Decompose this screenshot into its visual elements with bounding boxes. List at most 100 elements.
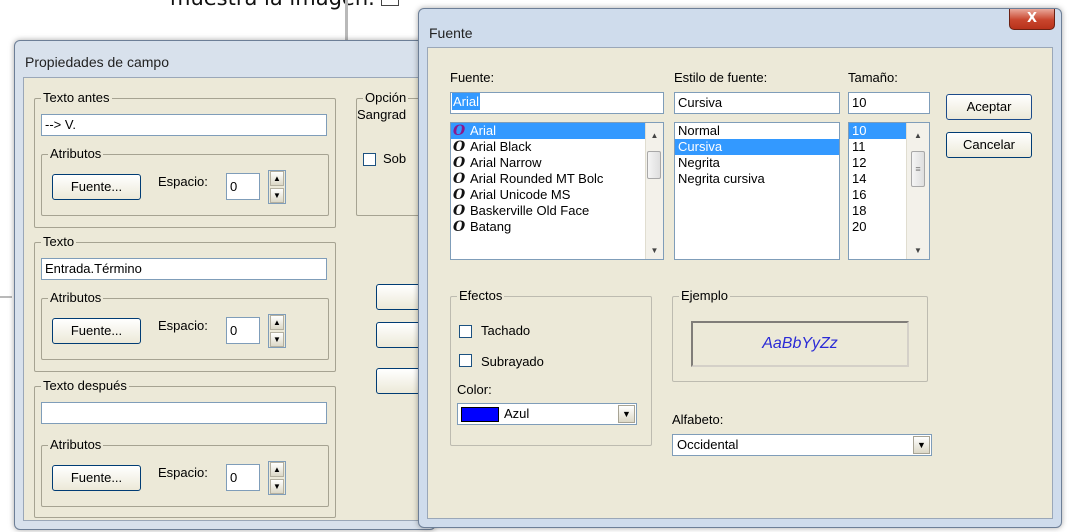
spin-down-icon[interactable]: ▼ (270, 332, 284, 347)
size-list-item[interactable]: 16 (849, 187, 911, 203)
texto-antes-group: Texto antes --> V. Atributos Fuente... E… (34, 90, 336, 228)
scroll-thumb[interactable]: ≡ (911, 151, 925, 187)
scroll-up-icon[interactable]: ▲ (907, 127, 929, 144)
color-select[interactable]: Azul ▼ (457, 403, 637, 425)
size-list-item[interactable]: 18 (849, 203, 911, 219)
font-list-scrollbar[interactable]: ▲ ▼ (645, 123, 663, 259)
espacio-label: Espacio: (158, 465, 208, 480)
scroll-down-icon[interactable]: ▼ (907, 242, 929, 259)
atributos-group: Atributos Fuente... Espacio: 0 ▲ ▼ (41, 437, 329, 507)
style-list-item[interactable]: Cursiva (675, 139, 839, 155)
font-dialog-title: Fuente (429, 25, 473, 41)
field-properties-dialog: Propiedades de campo Texto antes --> V. … (14, 40, 438, 530)
size-list-item[interactable]: 12 (849, 155, 911, 171)
alfabeto-value: Occidental (677, 437, 739, 452)
fuente-button[interactable]: Fuente... (52, 465, 141, 491)
espacio-spinner[interactable]: ▲ ▼ (268, 314, 286, 348)
font-list-item[interactable]: O Arial (451, 123, 663, 139)
font-list-item[interactable]: O Baskerville Old Face (451, 203, 663, 219)
background-snippet: muestra la imagen. (170, 0, 399, 10)
estilo-label: Estilo de fuente: (674, 70, 768, 85)
close-icon[interactable]: X (1009, 9, 1055, 30)
font-list-item-label: Arial Rounded MT Bolc (470, 171, 604, 186)
subrayado-checkbox[interactable] (459, 354, 472, 367)
size-list-scrollbar[interactable]: ▲ ≡ ▼ (906, 123, 929, 259)
cancelar-button[interactable]: Cancelar (946, 132, 1032, 158)
field-properties-titlebar[interactable]: Propiedades de campo (15, 41, 435, 70)
font-list-item[interactable]: O Arial Rounded MT Bolc (451, 171, 663, 187)
spin-up-icon[interactable]: ▲ (270, 171, 284, 186)
subrayado-label: Subrayado (481, 354, 544, 369)
sob-checkbox-label: Sob (383, 151, 407, 166)
field-properties-title: Propiedades de campo (25, 54, 169, 70)
color-value: Azul (504, 406, 530, 421)
font-dialog-titlebar[interactable]: Fuente X (419, 9, 1061, 41)
atributos-label: Atributos (48, 437, 104, 452)
font-list[interactable]: O Arial O Arial Black O Arial Narrow O Arial Ro… (450, 122, 664, 260)
font-list-item-label: Arial (470, 123, 497, 138)
tamano-input[interactable]: 10 (848, 92, 930, 114)
font-list-item-label: Arial Black (470, 139, 532, 154)
sob-checkbox[interactable] (363, 153, 376, 166)
font-list-item[interactable]: O Arial Unicode MS (451, 187, 663, 203)
espacio-spinner[interactable]: ▲ ▼ (268, 461, 286, 495)
espacio-label: Espacio: (158, 174, 208, 189)
style-list-item[interactable]: Normal (675, 123, 839, 139)
field-properties-client: Texto antes --> V. Atributos Fuente... E… (23, 77, 438, 521)
fuente-button[interactable]: Fuente... (52, 174, 141, 200)
espacio-label: Espacio: (158, 318, 208, 333)
font-dialog: Fuente X Fuente: Arial O Arial O Arial Blac… (418, 8, 1062, 528)
style-list[interactable]: Normal Cursiva Negrita Negrita cursiva (674, 122, 840, 260)
scroll-thumb[interactable] (647, 151, 661, 179)
size-list[interactable]: 10 11 12 14 16 18 20 ▲ ≡ ▼ (848, 122, 930, 260)
texto-antes-label: Texto antes (41, 90, 112, 105)
font-list-item[interactable]: O Batang (451, 219, 663, 235)
opentype-icon: O (453, 171, 466, 187)
opentype-icon: O (453, 187, 466, 203)
font-list-item[interactable]: O Arial Black (451, 139, 663, 155)
texto-input[interactable]: Entrada.Término (41, 258, 327, 280)
size-list-item[interactable]: 11 (849, 139, 911, 155)
espacio-input[interactable]: 0 (226, 317, 260, 344)
tamano-label: Tamaño: (848, 70, 898, 85)
ejemplo-label: Ejemplo (679, 288, 730, 303)
size-list-item[interactable]: 20 (849, 219, 911, 235)
efectos-group: Efectos Tachado Subrayado Color: Azul ▼ (450, 288, 652, 446)
size-list-item[interactable]: 14 (849, 171, 911, 187)
scroll-up-icon[interactable]: ▲ (646, 127, 663, 144)
scroll-down-icon[interactable]: ▼ (646, 242, 663, 259)
spin-down-icon[interactable]: ▼ (270, 479, 284, 494)
chevron-down-icon[interactable]: ▼ (618, 405, 635, 423)
atributos-label: Atributos (48, 146, 104, 161)
font-dialog-client: Fuente: Arial O Arial O Arial Black O Arial N… (427, 47, 1053, 519)
espacio-spinner[interactable]: ▲ ▼ (268, 170, 286, 204)
spin-up-icon[interactable]: ▲ (270, 315, 284, 330)
espacio-input[interactable]: 0 (226, 464, 260, 491)
fuente-input[interactable]: Arial (450, 92, 664, 114)
font-list-item[interactable]: O Arial Narrow (451, 155, 663, 171)
tachado-checkbox[interactable] (459, 325, 472, 338)
color-swatch (461, 407, 499, 422)
texto-antes-input[interactable]: --> V. (41, 114, 327, 136)
spin-up-icon[interactable]: ▲ (270, 462, 284, 477)
aceptar-button[interactable]: Aceptar (946, 94, 1032, 120)
font-list-item-label: Batang (470, 219, 512, 234)
tachado-label: Tachado (481, 323, 531, 338)
alfabeto-select[interactable]: Occidental ▼ (672, 434, 932, 456)
texto-despues-label: Texto después (41, 378, 129, 393)
image-placeholder-icon (380, 0, 399, 6)
texto-despues-input[interactable] (41, 402, 327, 424)
size-list-item[interactable]: 10 (849, 123, 911, 139)
fuente-button[interactable]: Fuente... (52, 318, 141, 344)
estilo-input[interactable]: Cursiva (674, 92, 840, 114)
fuente-input-value: Arial (452, 93, 481, 110)
font-list-item-label: Arial Unicode MS (470, 187, 571, 202)
espacio-input[interactable]: 0 (226, 173, 260, 200)
style-list-item[interactable]: Negrita (675, 155, 839, 171)
chevron-down-icon[interactable]: ▼ (913, 436, 930, 454)
opentype-icon: O (453, 203, 466, 219)
atributos-group: Atributos Fuente... Espacio: 0 ▲ ▼ (41, 146, 329, 216)
style-list-item[interactable]: Negrita cursiva (675, 171, 839, 187)
spin-down-icon[interactable]: ▼ (270, 188, 284, 203)
background-divider (345, 0, 348, 40)
